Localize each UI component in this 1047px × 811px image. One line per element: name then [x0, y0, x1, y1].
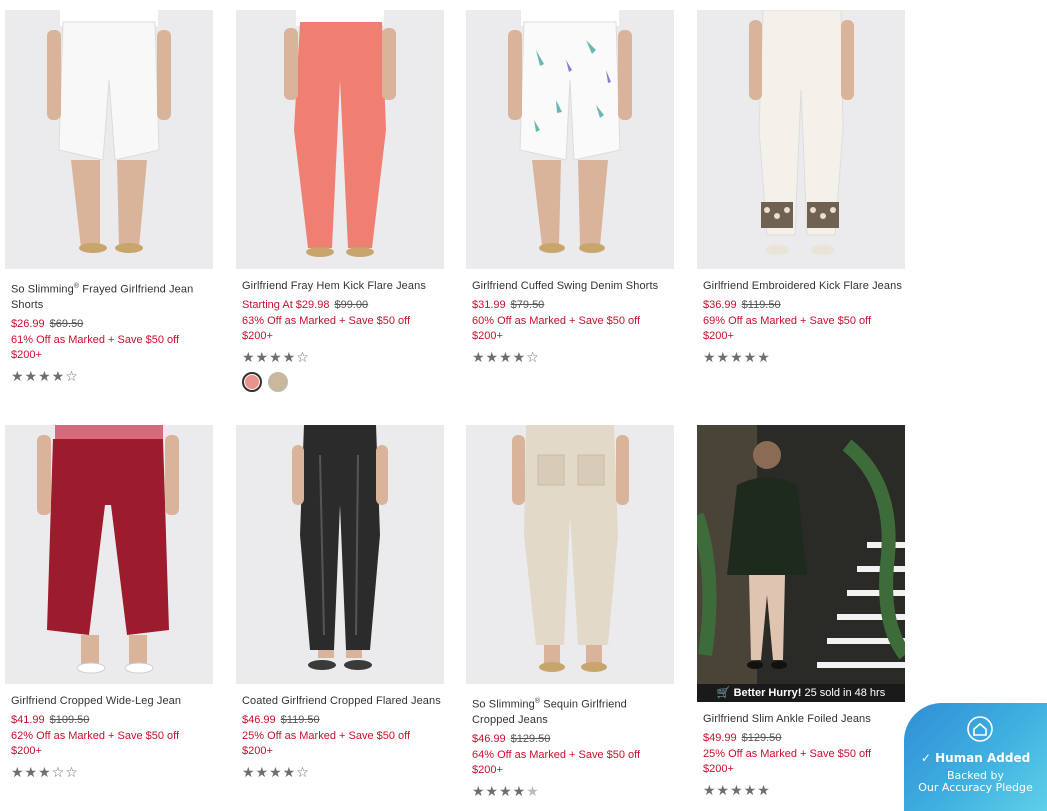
rating-stars: ★★★★★: [703, 782, 771, 798]
house-icon: [967, 716, 993, 742]
product-name[interactable]: So Slimming® Frayed Girlfriend Jean Shor…: [11, 279, 211, 313]
product-image[interactable]: [5, 425, 213, 684]
product-price: Starting At $29.98 $99.00: [242, 298, 444, 313]
product-price: $49.99 $129.50: [703, 731, 905, 746]
swatch-khaki[interactable]: [268, 372, 288, 392]
promo-text: 62% Off as Marked + Save $50 off $200+: [11, 730, 180, 757]
rating-stars: ★★★★☆: [242, 349, 310, 365]
product-image[interactable]: [466, 10, 674, 269]
product-card[interactable]: Girlfriend Cropped Wide-Leg Jean $41.99 $…: [5, 425, 213, 779]
rating-stars: ★★★★☆: [11, 367, 79, 384]
sale-price: $49.99: [703, 732, 737, 744]
sale-price: $31.99: [472, 299, 506, 311]
product-card[interactable]: Girlfriend Embroidered Kick Flare Jeans …: [697, 10, 905, 364]
swatch-coral[interactable]: [242, 372, 262, 392]
original-price: $69.50: [49, 317, 84, 330]
sale-price: Starting At $29.98: [242, 299, 330, 311]
product-image[interactable]: [5, 10, 213, 269]
product-name[interactable]: Girlfriend Cropped Wide-Leg Jean: [11, 694, 211, 709]
product-image[interactable]: [697, 10, 905, 269]
product-card[interactable]: So Slimming® Frayed Girlfriend Jean Shor…: [5, 10, 213, 383]
product-price: $26.99 $69.50: [11, 317, 213, 332]
promo-text: 64% Off as Marked + Save $50 off $200+: [472, 748, 641, 776]
product-name[interactable]: Girlfriend Cuffed Swing Denim Shorts: [472, 279, 672, 294]
product-name[interactable]: Girlfriend Fray Hem Kick Flare Jeans: [242, 279, 442, 294]
rating-stars: ★★★★☆: [242, 764, 310, 780]
promo-text: 63% Off as Marked + Save $50 off $200+: [242, 315, 411, 342]
product-price: $31.99 $79.50: [472, 298, 674, 313]
product-card[interactable]: 🛒 Better Hurry! 25 sold in 48 hrs Girlfr…: [697, 425, 905, 797]
accuracy-pledge-badge[interactable]: ✓ Human Added Backed by Our Accuracy Ple…: [904, 703, 1047, 811]
sale-price: $46.99: [242, 714, 276, 726]
rating-stars: ★★★★★: [703, 349, 771, 365]
color-swatches: [242, 372, 444, 392]
rating-stars: ★★★☆☆: [11, 764, 79, 780]
sale-price: $41.99: [11, 714, 45, 726]
original-price: $119.50: [741, 299, 781, 311]
original-price: $79.50: [510, 299, 545, 311]
original-price: $119.50: [280, 714, 320, 726]
original-price: $129.50: [741, 732, 782, 744]
original-price: $99.00: [334, 299, 369, 311]
original-price: $109.50: [49, 714, 90, 726]
half-star-icon: ★: [526, 782, 540, 799]
sale-price: $36.99: [703, 299, 737, 311]
product-image[interactable]: [466, 425, 674, 684]
product-card[interactable]: Coated Girlfriend Cropped Flared Jeans $…: [236, 425, 444, 779]
check-circle-icon: ✓: [920, 751, 931, 765]
product-price: $41.99 $109.50: [11, 713, 213, 728]
original-price: $129.50: [510, 732, 551, 745]
promo-text: 25% Off as Marked + Save $50 off $200+: [242, 730, 411, 757]
product-price: $36.99 $119.50: [703, 298, 905, 313]
product-name[interactable]: So Slimming® Sequin Girlfriend Cropped J…: [472, 694, 672, 728]
promo-text: 69% Off as Marked + Save $50 off $200+: [703, 315, 872, 342]
badge-subtitle: Backed by Our Accuracy Pledge: [918, 769, 1033, 794]
product-image[interactable]: [236, 425, 444, 684]
product-card[interactable]: Girlfriend Fray Hem Kick Flare Jeans Sta…: [236, 10, 444, 392]
sale-price: $46.99: [472, 732, 506, 745]
product-name[interactable]: Girlfriend Slim Ankle Foiled Jeans: [703, 712, 903, 727]
product-price: $46.99 $129.50: [472, 732, 674, 747]
badge-title: ✓ Human Added: [920, 751, 1031, 765]
product-image[interactable]: [236, 10, 444, 269]
promo-text: 60% Off as Marked + Save $50 off $200+: [472, 315, 641, 342]
product-price: $46.99 $119.50: [242, 713, 444, 728]
product-card[interactable]: So Slimming® Sequin Girlfriend Cropped J…: [466, 425, 674, 798]
cart-icon: 🛒: [716, 687, 731, 699]
sale-price: $26.99: [11, 317, 45, 330]
rating-stars: ★★★★☆: [472, 349, 540, 365]
rating-stars: ★★★★★: [472, 782, 540, 799]
product-card[interactable]: Girlfriend Cuffed Swing Denim Shorts $31…: [466, 10, 674, 364]
promo-text: 61% Off as Marked + Save $50 off $200+: [11, 333, 180, 361]
product-image[interactable]: 🛒 Better Hurry! 25 sold in 48 hrs: [697, 425, 905, 702]
product-name[interactable]: Girlfriend Embroidered Kick Flare Jeans: [703, 279, 903, 294]
promo-text: 25% Off as Marked + Save $50 off $200+: [703, 748, 872, 775]
product-name[interactable]: Coated Girlfriend Cropped Flared Jeans: [242, 694, 442, 709]
better-hurry-banner: 🛒 Better Hurry! 25 sold in 48 hrs: [697, 684, 905, 702]
